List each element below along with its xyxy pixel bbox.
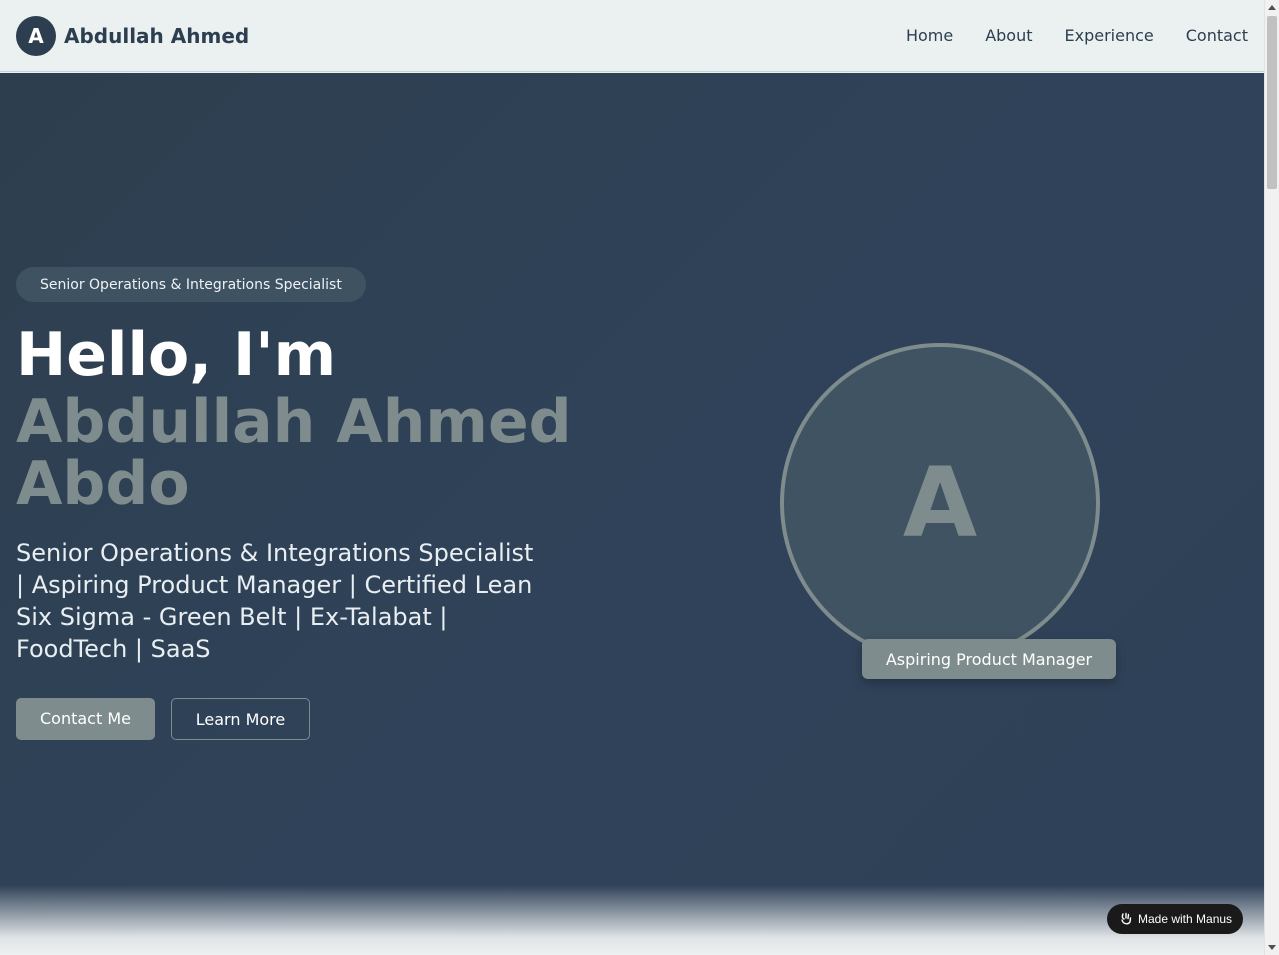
page-scrollbar[interactable] [1264, 0, 1279, 955]
made-with-manus-label: Made with Manus [1138, 912, 1233, 926]
contact-me-button[interactable]: Contact Me [16, 698, 155, 740]
scroll-up-arrow-icon[interactable] [1268, 5, 1276, 10]
nav-about[interactable]: About [985, 26, 1032, 45]
nav-home[interactable]: Home [906, 26, 953, 45]
made-with-manus-badge[interactable]: Made with Manus [1107, 904, 1243, 934]
profile-letter: A [902, 447, 978, 559]
role-badge: Aspiring Product Manager [862, 639, 1116, 679]
main-nav: Home About Experience Contact [906, 26, 1248, 45]
manus-icon [1119, 912, 1133, 926]
scroll-down-arrow-icon[interactable] [1268, 945, 1276, 950]
hero-greeting: Hello, I'm [16, 320, 337, 390]
page: A Abdullah Ahmed Home About Experience C… [0, 0, 1264, 955]
site-header: A Abdullah Ahmed Home About Experience C… [0, 0, 1264, 72]
hero-bottom-fade [0, 885, 1264, 955]
brand-avatar: A [16, 15, 56, 56]
hero-tagline: Senior Operations & Integrations Special… [16, 539, 534, 663]
scrollbar-thumb[interactable] [1267, 16, 1277, 189]
learn-more-button[interactable]: Learn More [171, 698, 310, 740]
nav-experience[interactable]: Experience [1065, 26, 1154, 45]
brand-name: Abdullah Ahmed [64, 23, 250, 48]
hero-section: Senior Operations & Integrations Special… [0, 73, 1264, 955]
brand-link[interactable]: A Abdullah Ahmed [16, 15, 250, 56]
nav-contact[interactable]: Contact [1186, 26, 1248, 45]
profile-image-placeholder: A [780, 343, 1100, 663]
job-title-badge: Senior Operations & Integrations Special… [16, 267, 366, 302]
hero-name: Abdullah Ahmed Abdo [16, 387, 572, 519]
